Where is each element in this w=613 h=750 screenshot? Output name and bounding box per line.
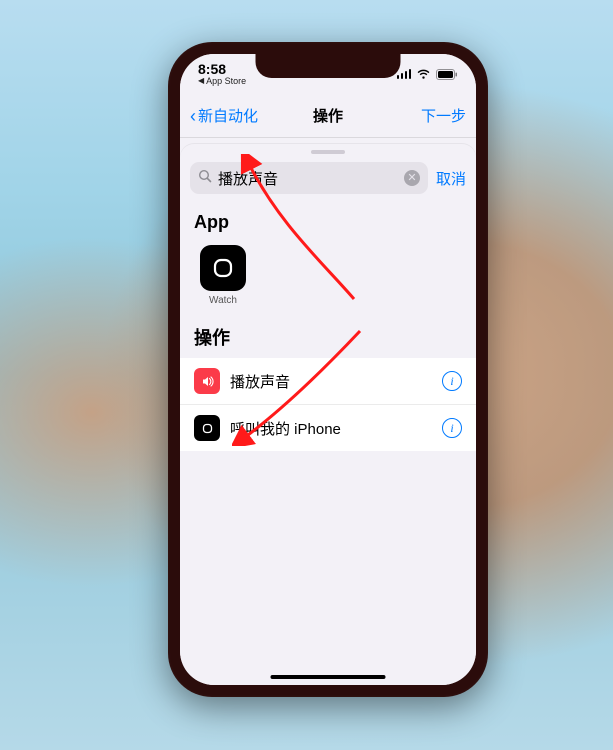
- action-label: 播放声音: [230, 371, 290, 392]
- actions-section-header: 操作: [180, 316, 476, 358]
- cellular-signal-icon: [397, 69, 412, 79]
- search-icon: [198, 169, 212, 187]
- action-row-play-sound[interactable]: 播放声音 i: [180, 358, 476, 405]
- back-label: 新自动化: [198, 105, 258, 126]
- navigation-bar: ‹ 新自动化 操作 下一步: [180, 94, 476, 138]
- apps-grid: Watch: [180, 241, 476, 316]
- battery-icon: [436, 69, 458, 80]
- home-indicator[interactable]: [271, 675, 386, 679]
- info-icon: i: [450, 374, 453, 389]
- notch: [256, 54, 401, 78]
- back-button[interactable]: ‹ 新自动化: [190, 105, 258, 126]
- info-button[interactable]: i: [442, 418, 462, 438]
- sheet-grab-handle[interactable]: [311, 150, 345, 154]
- search-input[interactable]: 播放声音 ✕: [190, 162, 428, 194]
- close-icon: ✕: [407, 173, 416, 184]
- actions-sheet: 播放声音 ✕ 取消 App Watch 操作: [180, 144, 476, 685]
- info-icon: i: [450, 421, 453, 436]
- action-label: 呼叫我的 iPhone: [230, 418, 341, 439]
- action-row-ping-iphone[interactable]: 呼叫我的 iPhone i: [180, 405, 476, 451]
- volume-icon: [194, 368, 220, 394]
- watch-app-icon: [200, 245, 246, 291]
- wifi-icon: [416, 69, 431, 80]
- info-button[interactable]: i: [442, 371, 462, 391]
- page-title: 操作: [313, 105, 343, 126]
- next-button[interactable]: 下一步: [421, 105, 466, 126]
- status-breadcrumb[interactable]: ◀ App Store: [198, 77, 246, 86]
- search-row: 播放声音 ✕ 取消: [180, 158, 476, 204]
- clear-search-button[interactable]: ✕: [404, 170, 420, 186]
- status-time: 8:58: [198, 62, 246, 77]
- search-query-text: 播放声音: [218, 168, 398, 189]
- app-label: Watch: [209, 295, 237, 306]
- actions-list: 播放声音 i 呼叫我的 iPhone i: [180, 358, 476, 451]
- phone-screen: 8:58 ◀ App Store ‹: [180, 54, 476, 685]
- breadcrumb-label: App Store: [206, 77, 246, 86]
- chevron-left-icon: ◀: [198, 77, 204, 85]
- chevron-left-icon: ‹: [190, 107, 196, 125]
- cancel-search-button[interactable]: 取消: [436, 168, 466, 189]
- watch-icon: [194, 415, 220, 441]
- apps-section-header: App: [180, 204, 476, 241]
- phone-frame: 8:58 ◀ App Store ‹: [168, 42, 488, 697]
- app-item-watch[interactable]: Watch: [194, 245, 252, 306]
